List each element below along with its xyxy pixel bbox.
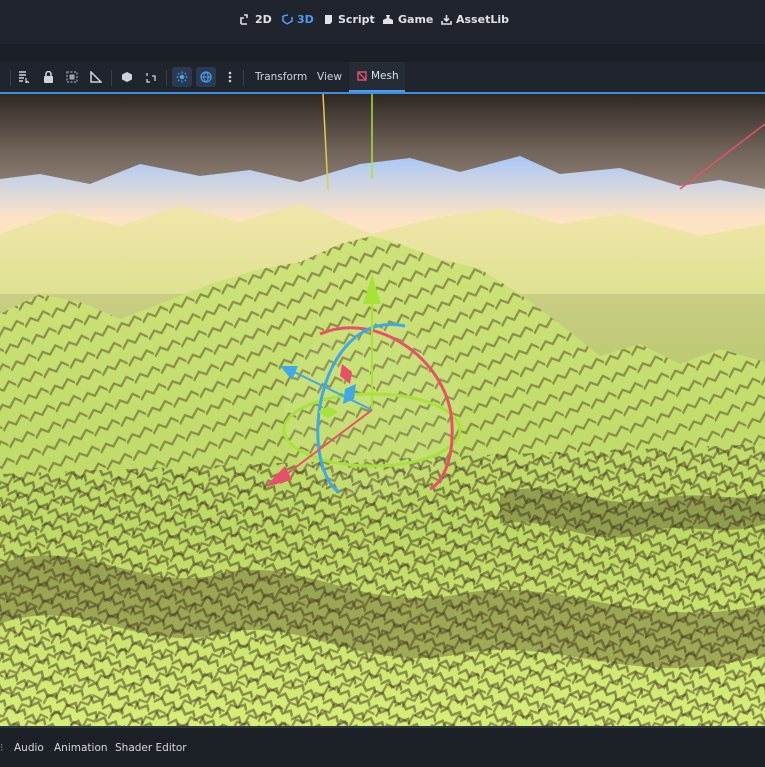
view-menu[interactable]: View (317, 71, 342, 83)
workspace-2d-button[interactable]: 2D (240, 13, 272, 26)
ruler-icon[interactable] (88, 69, 104, 85)
workspace-assetlib-label: AssetLib (456, 13, 509, 26)
workspace-game-label: Game (398, 13, 434, 26)
mesh-icon (357, 71, 367, 81)
animation-panel-tab[interactable]: Animation (54, 742, 108, 754)
workspace-bar: 2D 3D Script Game AssetLib (0, 0, 765, 44)
sun-icon[interactable] (172, 67, 192, 87)
toolbar-separator (166, 70, 167, 86)
game-icon (383, 15, 393, 24)
workspace-assetlib-button[interactable]: AssetLib (441, 13, 509, 26)
3d-workspace-icon (282, 14, 293, 25)
terrain-render (0, 94, 765, 726)
mesh-menu[interactable]: Mesh (349, 62, 405, 92)
snap-icon[interactable] (119, 69, 135, 85)
transform-menu[interactable]: Transform (255, 71, 307, 83)
scene-tabs-strip (0, 44, 765, 62)
3d-viewport[interactable] (0, 94, 765, 726)
mesh-menu-label: Mesh (371, 70, 399, 82)
2d-workspace-icon (240, 14, 248, 25)
group-icon[interactable] (64, 69, 80, 85)
workspace-game-button[interactable]: Game (382, 13, 433, 26)
workspace-3d-button[interactable]: 3D (282, 13, 314, 26)
assetlib-icon (441, 15, 452, 25)
toolbar-separator (243, 70, 244, 86)
list-select-icon[interactable] (16, 69, 32, 85)
workspace-3d-label: 3D (297, 13, 314, 26)
toolbar-separator (111, 70, 112, 86)
shader-editor-panel-tab[interactable]: Shader Editor (115, 742, 187, 754)
more-icon[interactable] (222, 69, 238, 85)
lock-icon[interactable] (40, 69, 56, 85)
bottom-panel-bar: ⁝ Audio Animation Shader Editor (0, 726, 765, 767)
toolbar-separator (10, 70, 11, 86)
script-icon (325, 15, 332, 24)
environment-icon[interactable] (196, 67, 216, 87)
audio-panel-tab[interactable]: Audio (14, 742, 44, 754)
workspace-2d-label: 2D (255, 13, 272, 26)
local-space-icon[interactable] (143, 69, 159, 85)
bottom-bar-edge: ⁝ (0, 742, 4, 754)
workspace-script-button[interactable]: Script (323, 13, 375, 26)
workspace-script-label: Script (338, 13, 375, 26)
